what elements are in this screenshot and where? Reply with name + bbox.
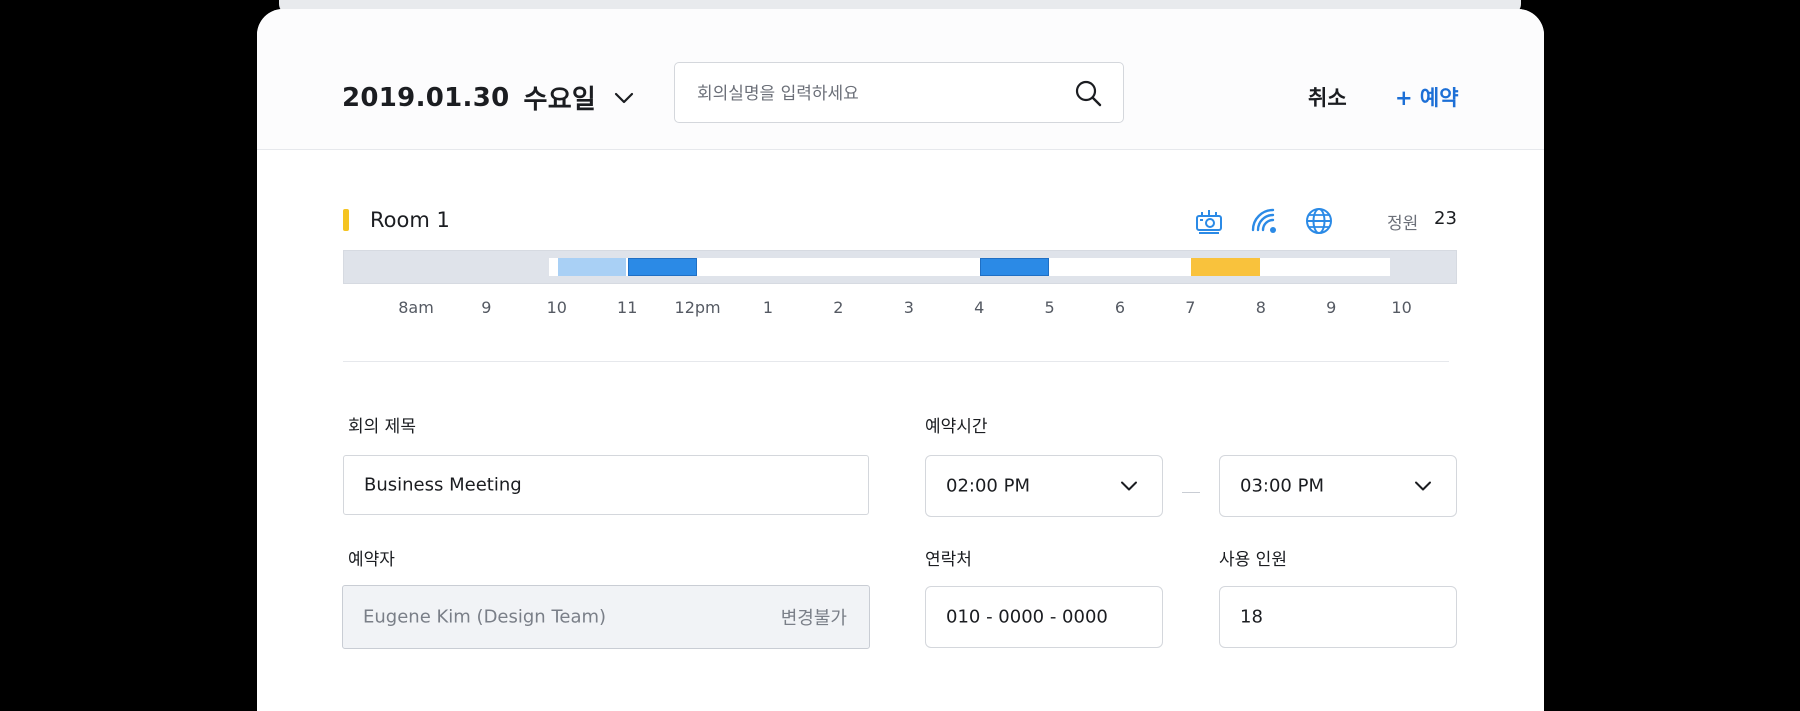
timeline-tick-label: 9 [1326,298,1337,317]
title-label: 회의 제목 [348,417,416,437]
timeline-booking-selected[interactable] [557,258,627,276]
reservation-card: 2019.01.30 수요일 취소 + 예약 Room 1 [257,9,1544,711]
chevron-down-icon [615,92,634,103]
attendees-field[interactable]: 18 [1219,586,1457,648]
timeline-tick-label: 12pm [674,298,721,317]
cancel-button[interactable]: 취소 [1308,82,1347,112]
timeline-tick-label: 11 [617,298,638,317]
start-time-value: 02:00 PM [946,475,1030,497]
booker-locked-note: 변경불가 [780,608,847,629]
header: 2019.01.30 수요일 취소 + 예약 [257,9,1544,150]
timeline-tick-label: 2 [833,298,844,317]
title-field[interactable]: Business Meeting [343,455,869,515]
room-color-marker [343,209,349,231]
search-box [674,62,1124,124]
timeline-booking-highlight[interactable] [1191,258,1260,276]
search-input[interactable] [695,63,1059,124]
capacity-label: 정원 [1387,214,1419,234]
contact-label: 연락처 [925,550,972,570]
timeline-bar[interactable] [343,250,1457,284]
weekday-text: 수요일 [523,85,597,115]
timeline-tick-label: 5 [1044,298,1055,317]
time-label: 예약시간 [925,417,988,437]
timeline-booking-booked[interactable] [628,258,697,276]
add-reservation-button[interactable]: + 예약 [1395,82,1459,112]
projector-icon [1196,210,1222,234]
date-selector[interactable]: 2019.01.30 수요일 [342,79,634,116]
timeline-tick-label: 10 [1391,298,1412,317]
timeline-tick-label: 6 [1114,298,1126,317]
booker-field: Eugene Kim (Design Team) 변경불가 [342,585,870,649]
page: 2019.01.30 수요일 취소 + 예약 Room 1 [0,0,1800,711]
chevron-down-icon [1121,481,1137,491]
start-time-select[interactable]: 02:00 PM [925,455,1163,517]
time-range-dash [1182,492,1200,493]
divider [343,361,1449,362]
end-time-value: 03:00 PM [1240,475,1324,497]
chevron-down-icon [1415,481,1431,491]
end-time-select[interactable]: 03:00 PM [1219,455,1457,517]
timeline-booking-booked[interactable] [980,258,1049,276]
timeline-tick-label: 10 [546,298,567,317]
title-value: Business Meeting [364,474,522,496]
timeline-tick-label: 7 [1185,298,1196,317]
contact-field[interactable]: 010 - 0000 - 0000 [925,586,1163,648]
capacity-value: 23 [1434,208,1457,229]
date-text: 2019.01.30 [342,82,510,113]
timeline-tick-label: 8 [1255,298,1266,317]
attendees-label: 사용 인원 [1219,550,1287,570]
booker-label: 예약자 [348,550,395,570]
booker-value: Eugene Kim (Design Team) [363,606,607,628]
timeline-tick-label: 3 [903,298,914,317]
contact-value: 010 - 0000 - 0000 [946,606,1108,628]
attendees-value: 18 [1240,606,1263,628]
timeline-tick-label: 1 [762,298,774,317]
search-icon[interactable] [1074,79,1102,107]
timeline-tick-label: 4 [974,298,985,317]
timeline-tick-label: 9 [481,298,492,317]
globe-icon [1306,208,1332,234]
room-name: Room 1 [370,208,450,232]
wifi-icon [1251,208,1276,233]
timeline-tick-label: 8am [398,298,434,317]
